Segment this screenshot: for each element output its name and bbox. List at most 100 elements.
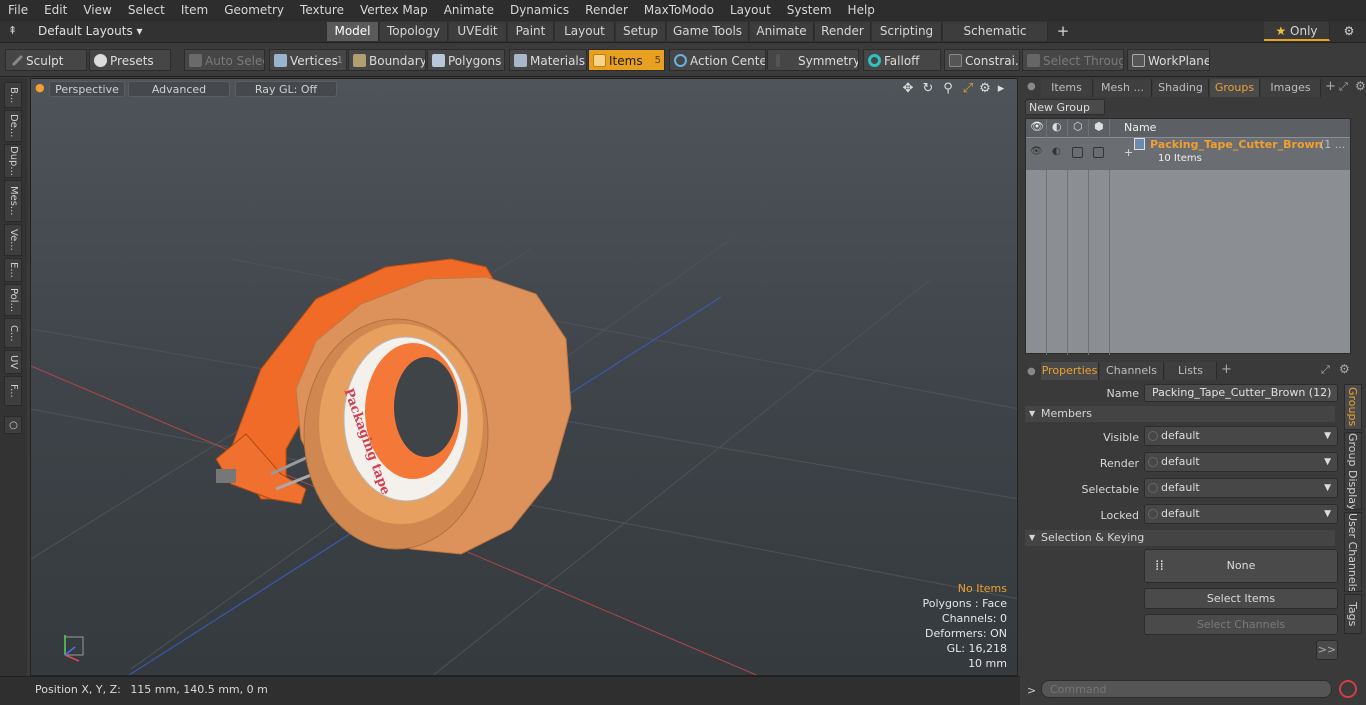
boundary-button[interactable]: Boundary — [348, 49, 426, 71]
fit-view-icon[interactable]: ⤢ — [960, 81, 976, 97]
tab-uvedit[interactable]: UVEdit — [449, 22, 507, 41]
zoom-view-icon[interactable]: ⚲ — [940, 81, 956, 97]
tab-schematic-fusion[interactable]: Schematic Fusion — [943, 22, 1048, 57]
more-button[interactable]: >> — [1316, 640, 1338, 660]
visible-dropdown[interactable]: default ▼ — [1144, 426, 1338, 446]
tab-items[interactable]: Items — [1041, 79, 1093, 97]
layout-settings-icon[interactable]: ⚙ — [1336, 22, 1362, 41]
move-view-icon[interactable]: ✥ — [900, 81, 916, 97]
menu-texture[interactable]: Texture — [292, 0, 352, 21]
menu-vertex-map[interactable]: Vertex Map — [352, 0, 436, 21]
tab-topology[interactable]: Topology — [380, 22, 448, 41]
materials-button[interactable]: Materials — [509, 49, 587, 71]
items-button[interactable]: Items 5 — [588, 49, 665, 71]
menu-select[interactable]: Select — [120, 0, 173, 21]
side-tab-group-display[interactable]: Group Display — [1344, 432, 1362, 510]
menu-geometry[interactable]: Geometry — [216, 0, 292, 21]
render-col-icon[interactable]: ◐ — [1052, 120, 1062, 133]
expand-group-icon[interactable]: + — [1124, 146, 1133, 159]
tab-paint[interactable]: Paint — [508, 22, 554, 41]
row-visibility-icon[interactable]: 👁 — [1030, 146, 1043, 157]
panel-expand-icon[interactable]: ⤢ — [1339, 80, 1348, 94]
menu-file[interactable]: File — [0, 0, 36, 21]
tab-images[interactable]: Images — [1261, 79, 1321, 97]
tab-game-tools[interactable]: Game Tools — [667, 22, 749, 41]
command-input[interactable] — [1041, 680, 1332, 698]
add-prop-tab-icon[interactable]: + — [1221, 362, 1232, 377]
menu-item[interactable]: Item — [173, 0, 216, 21]
presets-button[interactable]: Presets — [89, 49, 171, 71]
none-button[interactable]: ⁞⁞ None — [1144, 549, 1338, 583]
group-name-field[interactable]: Packing_Tape_Cutter_Brown (12) — [1144, 384, 1338, 402]
menu-view[interactable]: View — [75, 0, 119, 21]
left-tab-polygon[interactable]: Pol... — [4, 284, 22, 316]
left-tab-curve[interactable]: C... — [4, 318, 22, 348]
left-tab-basic[interactable]: B... — [4, 82, 22, 108]
left-tab-extra[interactable]: ○ — [4, 416, 22, 434]
add-tab-icon[interactable]: + — [1050, 22, 1076, 41]
auto-select-button[interactable]: Auto Select — [184, 49, 265, 71]
symmetry-button[interactable]: Symmetry — [767, 49, 859, 71]
record-icon[interactable] — [1339, 680, 1357, 698]
menu-dynamics[interactable]: Dynamics — [502, 0, 577, 21]
group-row[interactable]: 👁 ◐ + Packing_Tape_Cutter_Brown (1 ... 1… — [1026, 138, 1350, 170]
falloff-button[interactable]: Falloff — [863, 49, 941, 71]
menu-render[interactable]: Render — [577, 0, 636, 21]
layout-toggle-icon[interactable]: ⇞ — [8, 24, 17, 37]
menu-edit[interactable]: Edit — [36, 0, 75, 21]
props-expand-icon[interactable]: ⤢ — [1321, 363, 1330, 377]
visibility-col-icon[interactable]: 👁 — [1030, 120, 1044, 133]
only-toggle[interactable]: ★ Only — [1264, 22, 1330, 41]
render-dropdown[interactable]: default ▼ — [1144, 452, 1338, 472]
default-layouts-dropdown[interactable]: Default Layouts ▾ — [38, 24, 143, 38]
menu-animate[interactable]: Animate — [436, 0, 502, 21]
panel-menu-dot[interactable]: ● — [1027, 81, 1036, 92]
left-tab-vertex[interactable]: Ve... — [4, 224, 22, 256]
raygl-toggle[interactable]: Ray GL: Off — [235, 81, 337, 97]
tab-setup[interactable]: Setup — [616, 22, 666, 41]
side-tab-user-channels[interactable]: User Channels — [1344, 512, 1362, 592]
row-select-checkbox[interactable] — [1072, 147, 1083, 158]
members-section[interactable]: Members — [1025, 406, 1335, 422]
selection-keying-section[interactable]: Selection & Keying — [1025, 530, 1335, 546]
left-tab-deform[interactable]: De... — [4, 110, 22, 142]
select-through-button[interactable]: Select Through — [1022, 49, 1124, 71]
rotate-view-icon[interactable]: ↻ — [920, 81, 936, 97]
left-tab-edge[interactable]: E... — [4, 258, 22, 282]
tab-render[interactable]: Render — [815, 22, 871, 41]
3d-viewport[interactable]: Packaging tape ● Perspective Advanced Ra… — [30, 78, 1018, 676]
workplane-button[interactable]: WorkPlane — [1127, 49, 1210, 71]
side-tab-groups[interactable]: Groups — [1344, 384, 1362, 430]
side-tab-tags[interactable]: Tags — [1344, 594, 1362, 634]
polygons-button[interactable]: Polygons — [427, 49, 505, 71]
sculpt-button[interactable]: Sculpt — [5, 49, 87, 71]
tab-layout[interactable]: Layout — [555, 22, 615, 41]
locked-dropdown[interactable]: default ▼ — [1144, 504, 1338, 524]
menu-maxtomodo[interactable]: MaxToModo — [636, 0, 722, 21]
tab-animate[interactable]: Animate — [750, 22, 814, 41]
tab-channels[interactable]: Channels — [1100, 362, 1164, 380]
left-tab-mesh[interactable]: Mes... — [4, 180, 22, 222]
tab-scripting[interactable]: Scripting — [872, 22, 942, 41]
select-items-button[interactable]: Select Items — [1144, 588, 1338, 609]
lock-col-icon[interactable]: ⬢ — [1094, 120, 1104, 133]
tab-groups[interactable]: Groups — [1210, 79, 1260, 97]
viewport-expand-icon[interactable]: ▸ — [993, 81, 1009, 97]
row-lock-checkbox[interactable] — [1093, 147, 1104, 158]
action-center-button[interactable]: Action Center — [669, 49, 766, 71]
left-tab-duplicate[interactable]: Dup... — [4, 144, 22, 178]
advanced-dropdown[interactable]: Advanced — [128, 81, 230, 97]
select-col-icon[interactable]: ⬡ — [1073, 120, 1083, 133]
viewport-settings-icon[interactable]: ⚙ — [977, 81, 993, 97]
props-settings-icon[interactable]: ⚙ — [1339, 362, 1350, 376]
constraints-button[interactable]: Constrai... — [944, 49, 1020, 71]
tab-model[interactable]: Model — [327, 22, 379, 41]
add-panel-tab-icon[interactable]: + — [1325, 79, 1336, 94]
name-column-header[interactable]: Name — [1124, 121, 1156, 134]
menu-help[interactable]: Help — [840, 0, 883, 21]
row-render-icon[interactable]: ◐ — [1052, 146, 1061, 157]
viewport-menu-dot[interactable]: ● — [35, 81, 45, 94]
menu-layout[interactable]: Layout — [722, 0, 779, 21]
vertices-button[interactable]: Vertices 1 — [269, 49, 347, 71]
selectable-dropdown[interactable]: default ▼ — [1144, 478, 1338, 498]
